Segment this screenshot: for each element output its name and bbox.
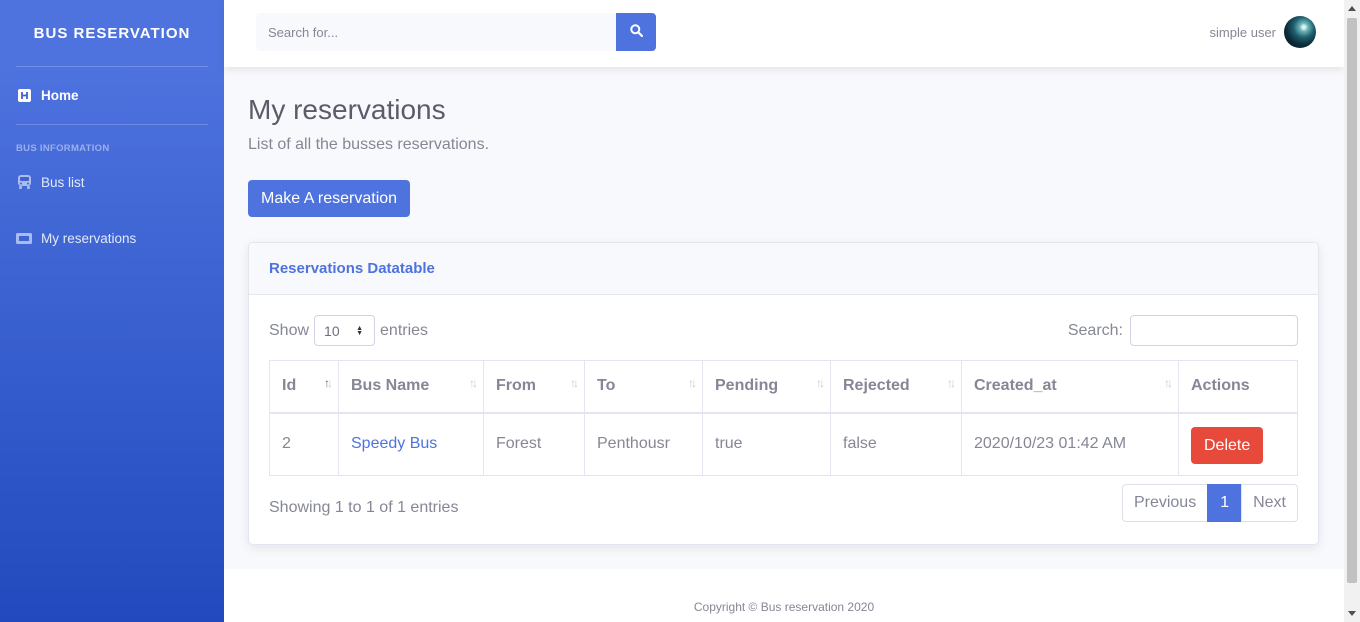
brand-title[interactable]: BUS RESERVATION: [0, 0, 224, 66]
page-title: My reservations: [248, 94, 446, 125]
cell-bus-name-link[interactable]: Speedy Bus: [338, 412, 484, 476]
sidebar-item-bus-list[interactable]: Bus list: [0, 160, 224, 204]
main-content: My reservations List of all the busses r…: [224, 67, 1344, 569]
scrollbar-thumb[interactable]: [1347, 18, 1357, 583]
entries-label: entries: [380, 321, 429, 339]
sort-icon: ↑↓: [469, 376, 478, 390]
ticket-icon: [16, 232, 32, 244]
reservations-card: Reservations Datatable Show 10 ▲ ▼ entrie…: [248, 242, 1319, 545]
column-header-id[interactable]: Id ↑↓: [269, 360, 339, 414]
column-header-rejected[interactable]: Rejected ↑↓: [830, 360, 962, 414]
table-row: 2 Speedy Bus Forest Penthousr true false…: [269, 412, 1298, 476]
show-label: Show: [269, 321, 310, 339]
entries-value: 10: [324, 322, 340, 339]
select-caret-icon: ▲ ▼: [356, 325, 364, 337]
column-header-from[interactable]: From ↑↓: [483, 360, 585, 414]
card-title: Reservations Datatable: [249, 243, 1318, 295]
page-scrollbar[interactable]: [1344, 0, 1360, 622]
bus-icon: [16, 175, 32, 189]
reservations-table: Id ↑↓ Bus Name ↑↓ From ↑↓ To ↑↓ Pending ↑↓ Re…: [269, 360, 1298, 476]
cell-to: Penthousr: [584, 412, 703, 476]
cell-from: Forest: [483, 412, 585, 476]
entries-select[interactable]: 10 ▲ ▼: [314, 315, 376, 346]
topbar: simple user: [224, 0, 1344, 67]
page-1-button[interactable]: 1: [1207, 484, 1243, 522]
sort-icon: ↑↓: [688, 376, 697, 390]
entries-length: Show 10 ▲ ▼ entries: [269, 315, 428, 346]
sort-icon: ↑↓: [570, 376, 579, 390]
column-header-actions: Actions: [1178, 360, 1298, 414]
sort-icon: ↑↓: [816, 376, 825, 390]
user-menu[interactable]: simple user: [1210, 16, 1316, 48]
column-header-pending[interactable]: Pending ↑↓: [702, 360, 831, 414]
search-input[interactable]: [256, 13, 616, 51]
cell-rejected: false: [830, 412, 962, 476]
copyright-text: Copyright © Bus reservation 2020: [693, 600, 875, 614]
table-header-row: Id ↑↓ Bus Name ↑↓ From ↑↓ To ↑↓ Pending ↑↓ Re…: [269, 360, 1298, 414]
sidebar-item-my-reservations[interactable]: My reservations: [0, 204, 224, 272]
scroll-up-arrow-icon[interactable]: [1348, 6, 1356, 11]
sidebar-item-label: Bus list: [41, 174, 85, 190]
sidebar-item-label: My reservations: [41, 230, 137, 246]
sidebar-item-label: Home: [41, 88, 79, 103]
column-header-bus-name[interactable]: Bus Name ↑↓: [338, 360, 484, 414]
sort-icon: ↑↓: [1164, 376, 1173, 390]
column-header-created-at[interactable]: Created_at ↑↓: [961, 360, 1179, 414]
sidebar-section-heading: BUS INFORMATION: [16, 143, 110, 154]
next-page-button[interactable]: Next: [1241, 484, 1298, 522]
scroll-down-arrow-icon[interactable]: [1348, 611, 1356, 616]
table-filter: Search:: [1068, 315, 1298, 346]
table-search-input[interactable]: [1130, 315, 1298, 346]
avatar: [1284, 16, 1316, 48]
search-button[interactable]: [616, 13, 656, 51]
datatable-controls: Show 10 ▲ ▼ entries Search:: [269, 315, 1298, 347]
cell-created-at: 2020/10/23 01:42 AM: [961, 412, 1179, 476]
search-icon: [629, 24, 643, 40]
topbar-search: [256, 13, 656, 51]
delete-button[interactable]: Delete: [1191, 427, 1264, 465]
sidebar: BUS RESERVATION Home BUS INFORMATION Bus…: [0, 0, 224, 622]
footer: Copyright © Bus reservation 2020: [224, 569, 1344, 622]
sort-icon: ↑↓: [947, 376, 956, 390]
cell-pending: true: [702, 412, 831, 476]
column-header-to[interactable]: To ↑↓: [584, 360, 703, 414]
make-reservation-button[interactable]: Make A reservation: [248, 180, 411, 217]
cell-id: 2: [269, 412, 339, 476]
table-info: Showing 1 to 1 of 1 entries: [269, 499, 459, 516]
sidebar-item-home[interactable]: Home: [0, 67, 224, 124]
user-name: simple user: [1209, 24, 1276, 40]
cell-actions: Delete: [1178, 412, 1298, 476]
previous-page-button[interactable]: Previous: [1121, 484, 1209, 522]
pagination: Previous 1 Next: [1121, 484, 1298, 522]
table-search-label: Search:: [1067, 321, 1123, 339]
sort-icon: ↑↓: [324, 376, 333, 390]
home-icon: [16, 89, 32, 102]
page-description: List of all the busses reservations.: [248, 136, 490, 153]
